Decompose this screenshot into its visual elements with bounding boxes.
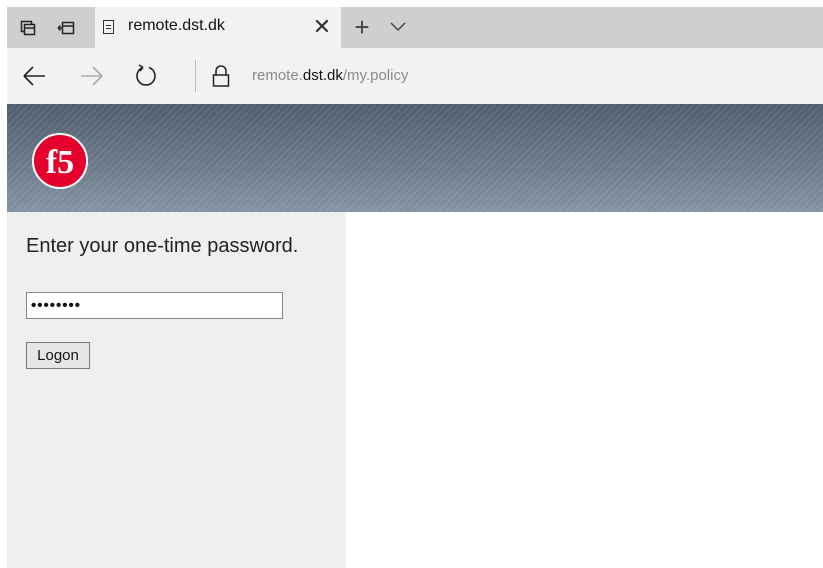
f5-logo-text: f5 [46, 144, 74, 181]
tab-previews-button[interactable] [11, 7, 45, 48]
f5-header-banner: f5 [7, 104, 823, 212]
set-tabs-aside-button[interactable] [49, 7, 83, 48]
new-tab-icon: + [354, 11, 370, 42]
back-button[interactable] [17, 58, 51, 94]
lock-icon [212, 65, 230, 87]
nav-separator [195, 60, 196, 92]
tab-bar: remote.dst.dk ✕ + [7, 7, 823, 48]
page-icon [103, 20, 114, 34]
refresh-button[interactable] [129, 58, 163, 94]
url-path: /my.policy [342, 67, 409, 84]
back-arrow-icon [23, 66, 45, 86]
tab-previews-icon [20, 20, 36, 35]
tab-title: remote.dst.dk [128, 17, 225, 34]
logon-button[interactable]: Logon [26, 342, 90, 369]
forward-button[interactable] [75, 58, 109, 94]
new-tab-button[interactable]: + [347, 11, 377, 43]
site-info-button[interactable] [204, 58, 238, 94]
login-panel: Enter your one-time password. •••••••• L… [7, 212, 346, 568]
otp-prompt: Enter your one-time password. [26, 235, 299, 257]
refresh-icon [136, 64, 156, 86]
forward-arrow-icon [81, 66, 103, 86]
address-bar[interactable]: remote.dst.dk/my.policy [252, 67, 408, 84]
f5-logo: f5 [32, 133, 88, 189]
one-time-password-field[interactable]: •••••••• [26, 292, 283, 319]
active-tab[interactable]: remote.dst.dk ✕ [95, 7, 341, 48]
set-tabs-aside-icon [57, 21, 75, 34]
tab-close-button[interactable]: ✕ [309, 13, 335, 41]
chevron-down-icon [390, 22, 406, 32]
close-icon: ✕ [312, 14, 332, 39]
url-host: dst.dk [302, 67, 343, 84]
url-prefix: remote. [252, 67, 303, 84]
tab-list-button[interactable] [385, 13, 411, 41]
navigation-bar: remote.dst.dk/my.policy [7, 48, 823, 104]
